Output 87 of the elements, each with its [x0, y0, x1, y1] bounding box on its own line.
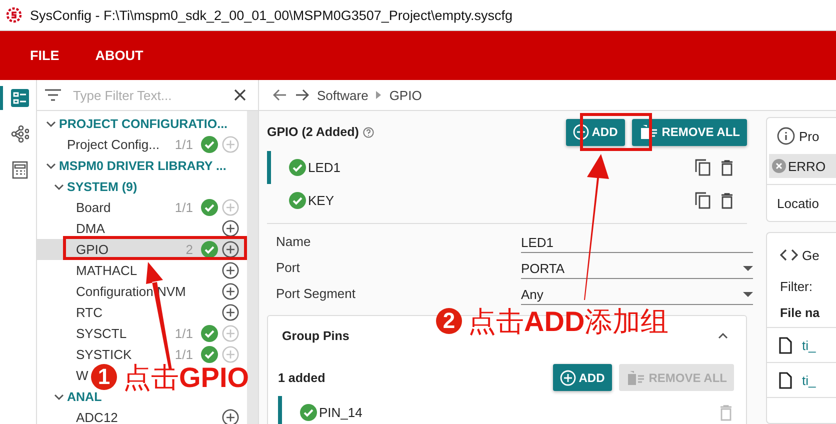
- remove-all-button: REMOVE ALL: [618, 364, 734, 391]
- add-icon: [572, 124, 589, 140]
- filter-icon[interactable]: [45, 89, 61, 101]
- dropdown-icon: [743, 266, 753, 270]
- group-title: Group Pins: [282, 329, 350, 343]
- copy-icon[interactable]: [695, 192, 711, 209]
- window-title: SysConfig - F:\Ti\mspm0_sdk_2_00_01_00\MSPM0G3507_Project\empty.syscfg: [30, 8, 512, 22]
- code-icon: [780, 249, 798, 261]
- filter-field[interactable]: Type Filter Text...: [71, 86, 224, 104]
- breadcrumb-item[interactable]: Software: [317, 88, 368, 102]
- app-logo-icon: [6, 7, 22, 23]
- file-icon: [779, 336, 792, 354]
- category-label[interactable]: MSPM0 DRIVER LIBRARY ...: [59, 158, 226, 172]
- delete-icon[interactable]: [721, 192, 733, 208]
- chevron-icon[interactable]: [45, 162, 57, 170]
- calculator-icon: [10, 161, 28, 179]
- tree-item[interactable]: Board: [76, 200, 111, 215]
- instance-count: 1/1: [174, 347, 193, 362]
- step-number: 2: [436, 308, 462, 334]
- tree-item[interactable]: SYSTICK: [76, 347, 132, 362]
- list-icon: [10, 89, 28, 107]
- field-label: Port Segment: [276, 285, 356, 303]
- help-icon[interactable]: [362, 126, 374, 138]
- file-icon: [779, 372, 792, 388]
- panel-title: Ge: [802, 248, 820, 262]
- tree-item[interactable]: MATHACL: [76, 263, 138, 278]
- breadcrumb-item[interactable]: GPIO: [389, 88, 422, 102]
- remove-all-button[interactable]: REMOVE ALL: [632, 118, 747, 146]
- select-field[interactable]: Any: [521, 284, 753, 305]
- error-icon: [772, 159, 786, 173]
- category-label[interactable]: ANAL: [67, 390, 102, 404]
- remove-all-icon: [638, 124, 659, 140]
- chevron-icon[interactable]: [45, 120, 57, 128]
- field-label: Port: [276, 259, 301, 277]
- error-chip[interactable]: ERRO: [769, 154, 836, 178]
- add-icon[interactable]: [222, 220, 239, 237]
- tree-item[interactable]: Project Config...: [67, 137, 160, 152]
- add-icon[interactable]: [222, 241, 239, 258]
- panel-title: Pro: [799, 128, 820, 144]
- chevron-icon[interactable]: [53, 392, 65, 400]
- select-field[interactable]: PORTA: [521, 258, 753, 279]
- forward-icon[interactable]: [295, 89, 309, 101]
- tree-item[interactable]: DMA: [76, 221, 105, 236]
- add-icon[interactable]: [222, 409, 239, 424]
- category-label[interactable]: PROJECT CONFIGURATIO...: [59, 116, 228, 130]
- add-button[interactable]: ADD: [552, 364, 612, 391]
- scrollbar[interactable]: [247, 111, 258, 424]
- dropdown-icon: [743, 292, 753, 296]
- tree-item[interactable]: ADC12: [76, 410, 118, 424]
- add-button[interactable]: ADD: [566, 118, 625, 146]
- instance-count: 1/1: [174, 137, 193, 152]
- annotation-text: 点击GPIO: [123, 364, 250, 390]
- pin-count: 1 added: [278, 370, 326, 384]
- instance-count: 1/1: [174, 326, 193, 341]
- close-icon[interactable]: [234, 89, 246, 101]
- instance-count: 2: [184, 242, 193, 257]
- add-icon: [560, 370, 576, 386]
- column-header: File na: [780, 306, 820, 320]
- category-label[interactable]: SYSTEM (9): [67, 180, 138, 194]
- chevron-icon[interactable]: [53, 182, 65, 190]
- menu-item[interactable]: FILE: [30, 48, 60, 63]
- field-label: Name: [276, 233, 312, 251]
- network-icon: [10, 125, 28, 143]
- copy-icon[interactable]: [695, 159, 711, 176]
- delete-icon[interactable]: [721, 160, 733, 176]
- tree-item[interactable]: W: [76, 368, 88, 383]
- pin-item[interactable]: PIN_14: [278, 396, 746, 424]
- instance-item[interactable]: KEY: [267, 184, 747, 217]
- tree-item[interactable]: RTC: [76, 305, 102, 320]
- info-icon: [777, 127, 795, 145]
- annotation-text: 点击ADD添加组: [468, 308, 669, 334]
- add-icon[interactable]: [222, 262, 239, 279]
- tree-item[interactable]: SYSCTL: [76, 326, 127, 341]
- file-link[interactable]: ti_: [802, 372, 816, 388]
- menu-item[interactable]: ABOUT: [95, 48, 144, 63]
- filter-label: Filter:: [780, 278, 812, 294]
- breadcrumb-separator-icon: [376, 91, 382, 99]
- file-link[interactable]: ti_: [802, 338, 816, 352]
- collapse-icon[interactable]: [718, 333, 728, 339]
- remove-all-icon: [626, 370, 646, 386]
- back-icon[interactable]: [273, 89, 287, 101]
- column-header: Locatio: [777, 196, 819, 210]
- module-title: GPIO (2 Added): [267, 125, 359, 139]
- highlight-frame: [580, 113, 652, 151]
- add-icon[interactable]: [222, 304, 239, 321]
- instance-count: 1/1: [174, 200, 193, 215]
- add-icon[interactable]: [222, 283, 239, 300]
